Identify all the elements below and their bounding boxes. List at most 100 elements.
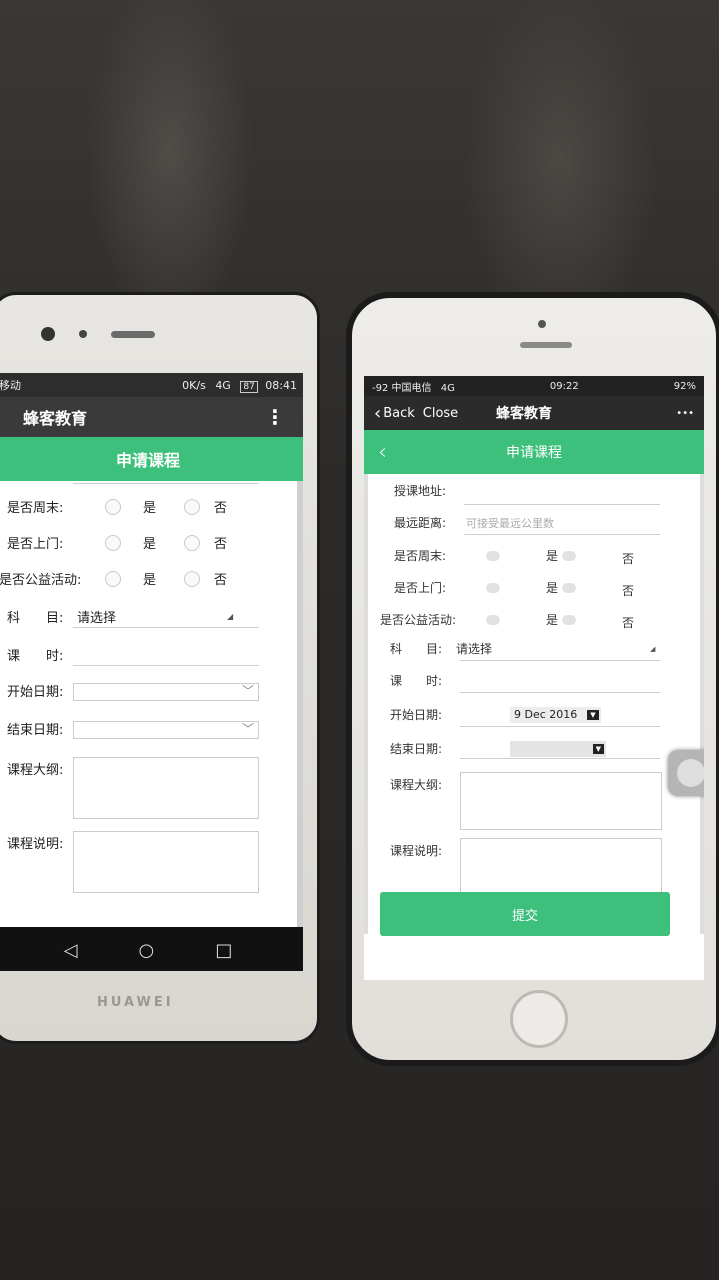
more-vert-icon[interactable]: ⋮ [265,407,285,427]
charity-no-radio[interactable] [562,614,577,625]
weekend-yes-label: 是 [143,501,157,516]
distance-input[interactable]: 可接受最远公里数 [466,515,554,531]
start-date-label: 开始日期: [390,708,443,722]
nav-bar: ‹ Back Close 蜂客教育 ••• [364,396,704,430]
weekend-no-label: 否 [214,501,228,516]
distance-underline [464,534,660,535]
page-title-bar: ‹ 申请课程 [364,430,704,474]
radio-row-home-visit: 是否上门: 是 否 [394,576,694,599]
description-label: 课程说明: [7,837,64,852]
subject-row: 科 目: 请选择 ◢ [0,607,233,626]
nav-title: 蜂客教育 [496,406,552,422]
hours-input[interactable] [460,692,660,693]
start-date-input[interactable]: ﹀ [73,683,259,701]
front-camera [41,327,55,341]
assistive-touch-button[interactable] [668,750,704,796]
subject-select[interactable]: 请选择 [77,607,227,626]
hours-label: 课 时: [7,649,64,664]
description-textarea[interactable] [73,831,259,893]
subject-row: 科 目: 请选择 ◢ [390,640,670,657]
page-title: 申请课程 [506,445,562,461]
home-visit-no-radio[interactable] [562,582,577,593]
address-row: 授课地址: [394,482,446,499]
address-field-underline [73,483,259,484]
description-label: 课程说明: [390,844,443,858]
phone-brand-logo: HUAWEI [97,995,174,1010]
home-button[interactable] [510,990,568,1048]
weekend-yes-radio[interactable] [486,550,500,561]
charity-label: 是否公益活动: [380,613,457,627]
recents-nav-icon[interactable]: □ [215,940,232,961]
dropdown-arrow-icon: ▼ [587,709,599,720]
submit-button[interactable]: 提交 [380,892,670,936]
end-date-picker[interactable]: ▼ [510,740,606,757]
back-button[interactable]: ‹ Back [374,403,415,424]
back-nav-icon[interactable]: ◁ [64,940,78,961]
address-input[interactable] [464,504,660,505]
radio-row-charity: 是否公益活动: 是 否 [0,569,227,588]
outline-label: 课程大纲: [7,763,64,778]
apply-course-form: 是否周末: 是 否 是否上门: 是 否 是否公益活动: 是 否 科 目: 请选择… [0,481,303,927]
hours-row: 课 时: [0,645,77,664]
home-visit-yes-radio[interactable] [105,534,121,551]
radio-row-charity: 是否公益活动: 是 否 [380,608,694,631]
clock: 09:22 [549,380,579,392]
weekend-no-radio[interactable] [562,550,577,561]
back-label: Back [383,405,415,421]
back-arrow-icon[interactable]: ‹ [378,440,387,465]
carrier-label: -92 中国电信 [372,382,432,394]
battery-level: 87 [240,380,258,393]
clock: 08:41 [265,378,297,392]
home-visit-yes-label: 是 [143,537,157,552]
start-date-picker[interactable]: 9 Dec 2016 ▼ [510,706,601,723]
charity-yes-radio[interactable] [486,614,500,625]
charity-no-radio[interactable] [184,570,201,587]
home-visit-no-label: 否 [214,537,228,552]
outline-textarea[interactable] [73,757,259,819]
more-button[interactable]: ••• [676,408,694,419]
charity-yes-radio[interactable] [105,570,121,587]
start-date-label: 开始日期: [7,685,64,700]
charity-label: 是否公益活动: [0,573,82,588]
chevron-down-icon: ﹀ [241,722,254,736]
status-bar: -92 中国电信 4G 09:22 92% [364,376,704,396]
start-date-value: 9 Dec 2016 [514,708,578,721]
hours-input[interactable] [73,665,259,666]
subject-underline [460,660,660,661]
page-title: 申请课程 [115,451,180,470]
weekend-label: 是否周末: [394,549,447,563]
charity-yes-label: 是 [546,613,559,627]
description-textarea[interactable] [460,838,662,896]
signal-indicator: 4G [215,378,231,392]
start-date-row: 开始日期: 9 Dec 2016 ▼ [390,706,670,723]
home-nav-icon[interactable]: ○ [139,940,155,961]
earpiece-speaker [520,342,572,348]
weekend-yes-radio[interactable] [105,498,121,515]
subject-select[interactable]: 请选择 [456,640,650,657]
description-row: 课程说明: [0,833,63,852]
home-visit-yes-radio[interactable] [486,582,500,593]
description-row: 课程说明: [390,842,442,859]
weekend-no-radio[interactable] [184,498,201,515]
end-date-input[interactable]: ﹀ [73,721,259,739]
iphone-screen: -92 中国电信 4G 09:22 92% ‹ Back Close 蜂客教育 … [364,376,704,980]
close-button[interactable]: Close [423,406,458,421]
status-bar: 移动 0K/s 4G 87 08:41 [0,373,303,397]
outline-textarea[interactable] [460,772,662,830]
home-visit-no-radio[interactable] [184,534,201,551]
network-speed: 0K/s [182,378,206,392]
distance-row: 最远距离: 可接受最远公里数 [394,514,694,531]
end-date-label: 结束日期: [390,742,443,756]
radio-row-weekend: 是否周末: 是 否 [0,497,227,516]
dropdown-arrow-icon: ◢ [227,612,234,621]
dropdown-arrow-icon: ◢ [650,644,656,653]
address-label: 授课地址: [394,484,447,498]
home-visit-yes-label: 是 [546,581,559,595]
earpiece-speaker [111,331,155,338]
weekend-no-label: 否 [622,552,635,566]
distance-label: 最远距离: [394,516,447,530]
charity-yes-label: 是 [143,573,157,588]
radio-row-weekend: 是否周末: 是 否 [394,544,694,567]
subject-underline [73,627,259,628]
home-visit-label: 是否上门: [394,581,447,595]
